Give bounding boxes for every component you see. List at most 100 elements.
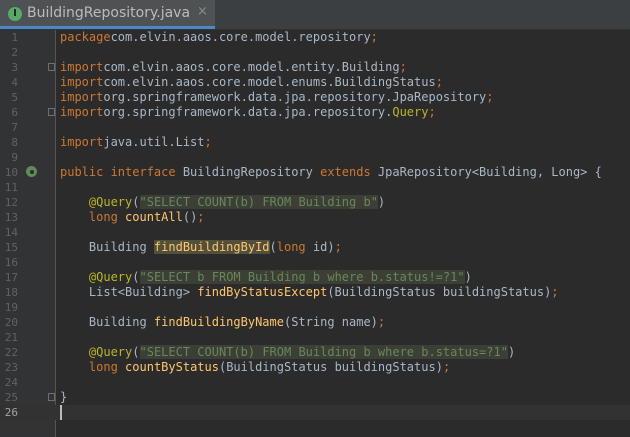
code-text: importorg.springframework.data.jpa.repos…: [60, 90, 494, 105]
code-token: "SELECT b FROM Building b where b.status…: [139, 270, 465, 284]
code-line[interactable]: 19: [0, 300, 630, 315]
line-number: 14: [4, 226, 18, 239]
code-line[interactable]: 2: [0, 45, 630, 60]
code-token: import: [60, 75, 104, 89]
code-token: (BuildingStatus buildingStatus): [327, 285, 552, 299]
code-token: (: [269, 240, 277, 254]
code-text: packagecom.elvin.aaos.core.model.reposit…: [60, 30, 378, 45]
code-token: findByStatusExcept: [197, 285, 328, 299]
code-token: ;: [442, 360, 451, 374]
code-text: @Query("SELECT b FROM Building b where b…: [60, 270, 472, 285]
code-text: public interface BuildingRepository exte…: [60, 165, 602, 180]
line-number: 4: [11, 76, 18, 89]
code-token: long: [276, 240, 306, 254]
line-number: 7: [11, 121, 18, 134]
code-line[interactable]: 1 packagecom.elvin.aaos.core.model.reposi…: [0, 30, 630, 45]
code-text: @Query("SELECT COUNT(b) FROM Building b …: [60, 345, 515, 360]
line-number: 3: [11, 61, 18, 74]
line-number: 11: [4, 181, 18, 194]
fold-marker-icon[interactable]: [48, 108, 55, 116]
code-editor[interactable]: 1 packagecom.elvin.aaos.core.model.reposi…: [0, 30, 630, 437]
line-number: 6: [11, 106, 18, 119]
code-token: Building: [60, 315, 154, 329]
code-token: ): [464, 270, 472, 284]
code-line[interactable]: 22 @Query("SELECT COUNT(b) FROM Building…: [0, 345, 630, 360]
editor-tab-bar: I BuildingRepository.java ×: [0, 0, 630, 30]
code-token: (: [132, 195, 140, 209]
code-token: ;: [197, 210, 205, 224]
code-token: id): [305, 240, 335, 254]
line-number: 8: [11, 136, 18, 149]
code-token: com.elvin.aaos.core.model.enums.Building…: [103, 75, 436, 89]
code-line[interactable]: 3 importcom.elvin.aaos.core.model.entity.…: [0, 60, 630, 75]
code-token: org.springframework.data.jpa.repository.: [103, 105, 393, 119]
code-line[interactable]: 26: [0, 405, 630, 420]
code-token: (: [132, 270, 140, 284]
code-text: long countAll();: [60, 210, 205, 225]
code-line[interactable]: 5 importorg.springframework.data.jpa.repo…: [0, 90, 630, 105]
code-token: ;: [204, 135, 212, 149]
code-token: "SELECT COUNT(b) FROM Building b": [139, 195, 378, 209]
code-text: importjava.util.List;: [60, 135, 212, 150]
code-line[interactable]: 23 long countByStatus(BuildingStatus bui…: [0, 360, 630, 375]
code-token: ): [507, 345, 516, 359]
code-line[interactable]: 7: [0, 120, 630, 135]
line-number: 18: [4, 286, 18, 299]
code-line[interactable]: 18 List<Building> findByStatusExcept(Bui…: [0, 285, 630, 300]
code-line[interactable]: 24: [0, 375, 630, 390]
code-line[interactable]: 11: [0, 180, 630, 195]
code-line[interactable]: 6 importorg.springframework.data.jpa.repo…: [0, 105, 630, 120]
code-line[interactable]: 16: [0, 255, 630, 270]
line-number: 26: [4, 406, 18, 419]
code-token: countAll: [125, 210, 183, 224]
line-number: 21: [4, 331, 18, 344]
line-number: 13: [4, 211, 18, 224]
implementations-gutter-icon[interactable]: [26, 166, 37, 177]
line-number: 20: [4, 316, 18, 329]
code-token: import: [60, 60, 104, 74]
code-line[interactable]: 20 Building findBuildingByName(String na…: [0, 315, 630, 330]
code-text: List<Building> findByStatusExcept(Buildi…: [60, 285, 559, 300]
line-number: 15: [4, 241, 18, 254]
code-token: JpaRepository<Building, Long> {: [370, 165, 602, 179]
code-token: long: [88, 210, 118, 224]
code-token: ;: [370, 30, 378, 44]
code-line[interactable]: 14: [0, 225, 630, 240]
code-token: BuildingRepository: [175, 165, 321, 179]
code-token: List<Building>: [60, 285, 198, 299]
code-line[interactable]: 25}: [0, 390, 630, 405]
close-tab-icon[interactable]: ×: [197, 4, 208, 19]
fold-marker-icon[interactable]: [48, 63, 55, 71]
fold-marker-icon[interactable]: [48, 393, 55, 401]
code-token: package: [60, 30, 111, 44]
code-text: }: [60, 390, 67, 405]
code-token: ;: [428, 105, 436, 119]
code-line[interactable]: 21: [0, 330, 630, 345]
code-line[interactable]: 9: [0, 150, 630, 165]
code-line[interactable]: 12 @Query("SELECT COUNT(b) FROM Building…: [0, 195, 630, 210]
code-token: ;: [399, 60, 407, 74]
code-text: Building findBuildingById(long id);: [60, 240, 342, 255]
code-line[interactable]: 15 Building findBuildingById(long id);: [0, 240, 630, 255]
code-token: ;: [551, 285, 559, 299]
code-token: ;: [486, 90, 494, 104]
code-line[interactable]: 8 importjava.util.List;: [0, 135, 630, 150]
code-text: importcom.elvin.aaos.core.model.entity.B…: [60, 60, 407, 75]
code-line[interactable]: 17 @Query("SELECT b FROM Building b wher…: [0, 270, 630, 285]
code-token: findBuildingById: [153, 240, 270, 254]
code-line[interactable]: 4 importcom.elvin.aaos.core.model.enums.B…: [0, 75, 630, 90]
code-line[interactable]: 10 public interface BuildingRepository ex…: [0, 165, 630, 180]
tab-building-repository[interactable]: I BuildingRepository.java ×: [0, 0, 215, 29]
code-token: ;: [435, 75, 443, 89]
code-token: findBuildingByName: [153, 315, 284, 329]
code-line[interactable]: 13 long countAll();: [0, 210, 630, 225]
code-token: @Query: [88, 270, 133, 284]
line-number: 5: [11, 91, 18, 104]
line-number: 24: [4, 376, 18, 389]
line-number: 23: [4, 361, 18, 374]
code-text: importcom.elvin.aaos.core.model.enums.Bu…: [60, 75, 443, 90]
